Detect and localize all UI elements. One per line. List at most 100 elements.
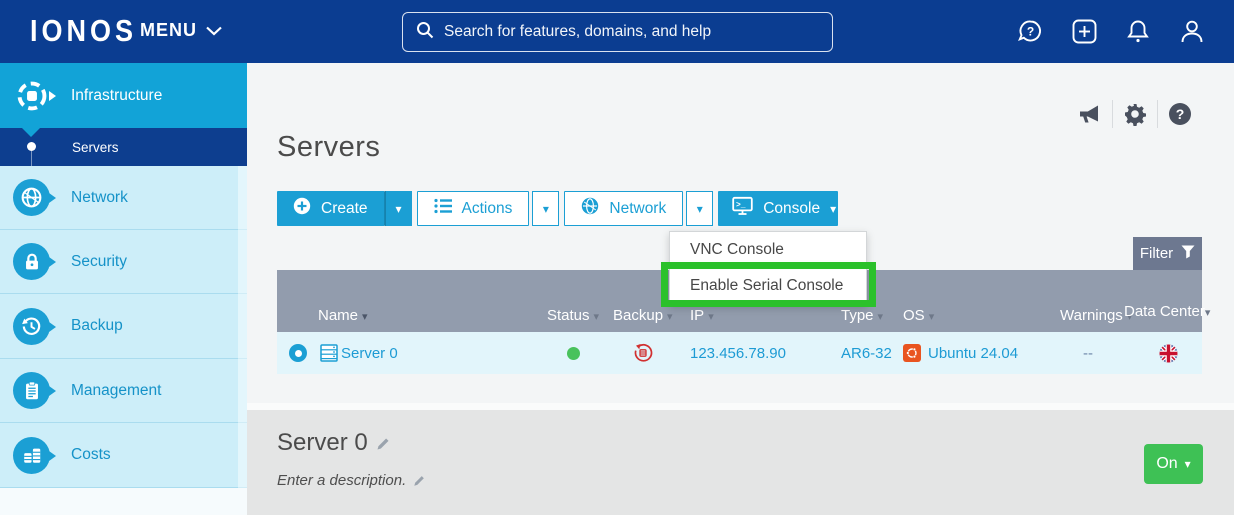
- network-label: Network: [609, 199, 667, 217]
- active-bullet-icon: [27, 142, 36, 151]
- sidebar-item-network[interactable]: Network: [0, 166, 247, 230]
- sidebar-item-label: Backup: [71, 317, 123, 334]
- top-navbar: IONOS MENU ?: [0, 0, 1234, 63]
- network-dropdown-toggle[interactable]: ▾: [686, 191, 714, 226]
- power-state-button[interactable]: On ▾: [1144, 444, 1203, 484]
- row-radio-selected[interactable]: [289, 332, 307, 374]
- svg-text:>_: >_: [736, 201, 746, 210]
- server-detail-panel: Server 0 Enter a description. On ▾: [247, 410, 1234, 515]
- network-button[interactable]: Network: [564, 191, 684, 226]
- tree-line: [31, 151, 32, 166]
- column-header-os[interactable]: OS ▾: [903, 307, 934, 324]
- server-warnings: --: [1083, 344, 1093, 362]
- settings-gear-icon[interactable]: [1113, 102, 1157, 126]
- lock-icon: [13, 243, 56, 280]
- sidebar-item-management[interactable]: Management: [0, 359, 247, 423]
- actions-label: Actions: [461, 199, 513, 217]
- chevron-down-icon: [206, 20, 222, 41]
- add-product-icon[interactable]: [1070, 18, 1098, 46]
- actions-dropdown-toggle[interactable]: ▾: [532, 191, 560, 226]
- create-dropdown-toggle[interactable]: ▾: [384, 191, 412, 226]
- status-running-dot: [567, 332, 580, 374]
- server-ip[interactable]: 123.456.78.90: [690, 332, 786, 374]
- column-header-status[interactable]: Status ▾: [547, 307, 599, 324]
- menu-label: MENU: [140, 20, 197, 40]
- filter-button[interactable]: Filter: [1133, 237, 1202, 270]
- create-button-group: Create ▾: [277, 191, 412, 226]
- context-icon-group: ?: [1068, 100, 1202, 128]
- main-content: ? Servers Create ▾ Actions ▾ Network ▾ >…: [247, 63, 1234, 515]
- edit-name-pencil-icon[interactable]: [376, 436, 391, 451]
- search-icon: [416, 21, 434, 44]
- detail-description-row: Enter a description.: [277, 472, 426, 489]
- power-dropdown-caret: ▾: [1184, 457, 1191, 471]
- edit-description-pencil-icon[interactable]: [413, 474, 426, 487]
- backup-disabled-icon: [633, 332, 653, 374]
- sidebar-item-infrastructure[interactable]: Infrastructure: [0, 63, 247, 128]
- menu-button[interactable]: MENU: [140, 20, 222, 41]
- backup-history-icon: [13, 307, 56, 345]
- sidebar-item-costs[interactable]: Costs: [0, 423, 247, 488]
- sidebar-item-label: Infrastructure: [71, 86, 163, 104]
- create-button[interactable]: Create: [277, 191, 385, 226]
- network-button-group: Network ▾: [564, 191, 714, 226]
- server-rack-icon: [319, 332, 339, 374]
- help-chat-icon[interactable]: ?: [1016, 18, 1044, 46]
- plus-circle-icon: [293, 197, 311, 220]
- filter-label: Filter: [1139, 245, 1174, 262]
- svg-text:?: ?: [1026, 25, 1033, 39]
- list-icon: [433, 198, 452, 219]
- ionos-logo[interactable]: IONOS: [30, 14, 137, 49]
- detail-server-name: Server 0: [277, 429, 368, 456]
- description-placeholder: Enter a description.: [277, 472, 407, 489]
- column-header-warnings[interactable]: Warnings ▾: [1060, 307, 1132, 324]
- clipboard-icon: [13, 372, 56, 409]
- menu-item-vnc-console[interactable]: VNC Console: [670, 232, 866, 268]
- announcements-megaphone-icon[interactable]: [1068, 103, 1112, 125]
- infrastructure-icon: [13, 77, 56, 114]
- actions-button[interactable]: Actions: [416, 191, 530, 226]
- console-dropdown-caret: ▾: [830, 201, 837, 216]
- help-circle-icon[interactable]: ?: [1158, 103, 1202, 125]
- sidebar-scrollbar-track[interactable]: [238, 166, 247, 488]
- sidebar-item-label: Network: [71, 188, 128, 206]
- section-divider: [247, 403, 1234, 410]
- navbar-icon-group: ?: [1016, 0, 1206, 63]
- ionos-cloud-panel: IONOS MENU ?: [0, 0, 1234, 515]
- column-header-name[interactable]: Name ▾: [318, 307, 368, 324]
- console-label: Console: [763, 199, 821, 217]
- sidebar-item-label: Security: [71, 252, 127, 270]
- sidebar-item-security[interactable]: Security: [0, 230, 247, 294]
- column-header-ip[interactable]: IP ▾: [690, 307, 714, 324]
- sidebar-item-label: Management: [71, 381, 162, 399]
- coins-icon: [13, 436, 56, 474]
- account-user-icon[interactable]: [1178, 18, 1206, 46]
- globe-icon: [581, 197, 599, 220]
- ubuntu-logo-icon: [903, 332, 921, 374]
- console-monitor-icon: >_: [732, 196, 753, 221]
- column-header-data-center[interactable]: Data Center▾: [1124, 301, 1210, 324]
- sidebar-item-label: Servers: [72, 139, 119, 155]
- server-table-row[interactable]: Server 0 123.456.78.90 AR6-32 Ubuntu 24.…: [277, 332, 1202, 374]
- console-dropdown-menu: VNC Console Enable Serial Console: [669, 231, 867, 305]
- global-search[interactable]: [402, 12, 833, 52]
- actions-button-group: Actions ▾: [416, 191, 560, 226]
- column-header-backup[interactable]: Backup ▾: [613, 307, 673, 324]
- sidebar: Infrastructure Servers Network Security …: [0, 63, 247, 515]
- console-button[interactable]: >_ Console ▾: [718, 191, 839, 226]
- uk-flag-icon: [1159, 332, 1178, 374]
- server-name-link[interactable]: Server 0: [341, 332, 398, 374]
- power-state-label: On: [1156, 455, 1178, 472]
- menu-item-enable-serial-console[interactable]: Enable Serial Console: [670, 268, 866, 304]
- server-toolbar: Create ▾ Actions ▾ Network ▾ >_ Console …: [277, 191, 839, 226]
- column-header-type[interactable]: Type ▾: [841, 307, 883, 324]
- funnel-icon: [1181, 245, 1195, 263]
- network-globe-icon: [13, 179, 56, 216]
- search-input[interactable]: [444, 23, 819, 41]
- active-item-notch: [22, 128, 40, 137]
- server-os: Ubuntu 24.04: [928, 344, 1019, 362]
- page-title: Servers: [277, 131, 381, 163]
- sidebar-item-backup[interactable]: Backup: [0, 294, 247, 359]
- create-label: Create: [321, 199, 368, 217]
- notifications-bell-icon[interactable]: [1124, 18, 1152, 46]
